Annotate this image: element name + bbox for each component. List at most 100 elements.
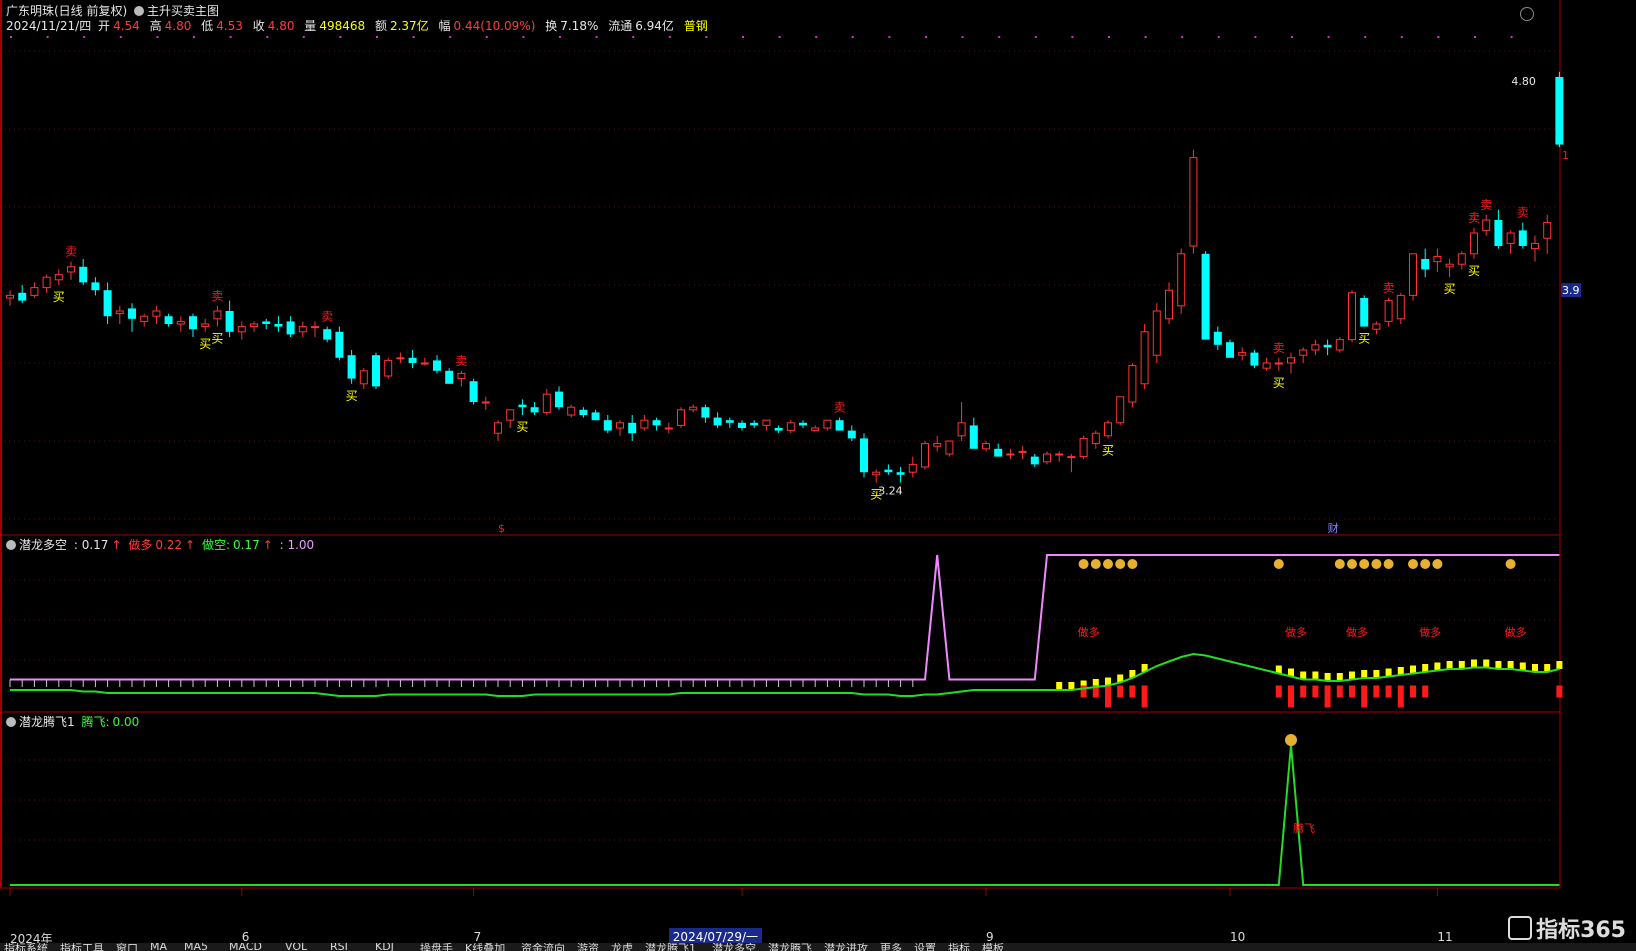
open-group: 开 4.54	[98, 19, 140, 33]
panel3-name[interactable]: 潜龙腾飞1	[19, 715, 75, 729]
signal-dot	[302, 36, 305, 38]
short-bar	[1275, 685, 1282, 698]
industry-text[interactable]: 普钢	[684, 19, 708, 33]
signal-dot	[595, 36, 598, 38]
buy-signal-label: 买	[1358, 332, 1370, 346]
panel3-s1-value: 0.00	[112, 715, 140, 729]
tab-item[interactable]: 资金流向	[521, 943, 565, 951]
tab-item[interactable]: 指标系统	[4, 943, 48, 951]
candle-body	[1494, 220, 1503, 246]
tab-item[interactable]: 龙虎	[611, 943, 633, 951]
chart-canvas: 买买 买买买买买买买买买卖卖卖卖卖卖卖卖卖卖4.803.24$ 财3.91做多 做多做…	[0, 0, 1581, 896]
tab-item[interactable]: 指标工具	[60, 943, 104, 951]
signal-dot	[1144, 36, 1147, 38]
candle-body	[1030, 456, 1039, 465]
candle-body	[860, 438, 868, 473]
stock-name[interactable]: 广东明珠(日线 前复权)	[6, 4, 127, 18]
panel2-settings-icon[interactable]	[6, 540, 16, 550]
long-bar	[1361, 670, 1368, 678]
tab-item[interactable]: 指标	[948, 943, 970, 951]
tab-item[interactable]: 潜龙进攻	[824, 943, 868, 951]
tab-item[interactable]: MA5	[184, 943, 208, 951]
tab-item[interactable]: 更多	[880, 943, 902, 951]
short-bar	[1117, 685, 1124, 698]
long-bar	[1483, 659, 1490, 668]
tab-item[interactable]: 潜龙腾飞1	[645, 943, 696, 951]
candle-body	[1055, 453, 1064, 456]
money-bag-icon	[1090, 559, 1101, 569]
signal-dot	[961, 36, 964, 38]
long-bar	[1446, 661, 1453, 669]
tab-item[interactable]: KDJ	[375, 943, 394, 951]
candle-body	[311, 326, 319, 329]
buy-signal-label: 买	[199, 337, 211, 351]
candle-body	[1335, 339, 1344, 351]
signal-dot	[778, 36, 781, 38]
candle-body	[652, 420, 661, 426]
candle-body	[1140, 331, 1149, 385]
tab-item[interactable]: K线叠加	[465, 943, 505, 951]
signal-dot	[266, 36, 269, 38]
candle-body	[1104, 422, 1112, 437]
long-bar	[1056, 682, 1063, 690]
tab-item[interactable]: RSI	[330, 943, 348, 951]
settings-circle-icon[interactable]	[134, 6, 145, 16]
panel2-value: : 0.17	[73, 538, 109, 552]
peak-price-label: 4.80	[1511, 75, 1536, 88]
tab-item[interactable]: 潜龙多空	[712, 943, 756, 951]
candle-body	[237, 326, 246, 333]
high-group: 高 4.80	[149, 19, 192, 33]
x-axis-selected-date[interactable]: 2024/07/29/一	[668, 928, 763, 944]
signal-dot	[1474, 36, 1476, 38]
x-axis-tick-label: 9	[986, 930, 994, 944]
candle-body	[567, 406, 576, 416]
candle-body	[1543, 222, 1552, 239]
panel2-name[interactable]: 潜龙多空	[19, 538, 67, 552]
candle-body	[1323, 344, 1332, 348]
money-bag-icon	[1383, 559, 1394, 569]
tab-item[interactable]: 窗口	[116, 943, 138, 951]
tab-item[interactable]: 操盘手	[420, 943, 453, 951]
candle-body	[518, 404, 527, 408]
candle-body	[103, 290, 112, 317]
candle-body	[54, 274, 63, 281]
tengfei-annotation: 腾飞	[1293, 821, 1315, 835]
money-bag-icon	[1103, 559, 1113, 569]
panel2-s2-value: 0.17	[232, 538, 260, 552]
float-value: 6.94亿	[635, 19, 674, 33]
panel3-s1-label: 腾飞:	[81, 715, 110, 729]
sell-signal-label: 卖	[834, 401, 846, 415]
indicator-tabs: 指标系统 指标工具 窗口 MA MA5 MACD VOL RSI KDJ 操盘手 K线叠加 资金流向 游…	[0, 943, 1636, 951]
right-axis-text: 1	[1562, 149, 1569, 162]
candle-body	[213, 310, 222, 320]
short-bar	[1336, 685, 1343, 698]
panel3-settings-icon[interactable]	[6, 717, 16, 727]
candle-body	[1213, 331, 1222, 345]
tab-item[interactable]: 模板	[982, 943, 1004, 951]
candle-body	[1384, 300, 1393, 322]
tab-item[interactable]: MA	[150, 943, 167, 951]
candle-body	[1043, 453, 1051, 463]
tab-item[interactable]: MACD	[229, 943, 262, 951]
short-bar	[1349, 685, 1355, 698]
short-bar	[1141, 685, 1148, 708]
candle-body	[1433, 255, 1442, 263]
candle-body	[372, 355, 380, 387]
candle-body	[664, 427, 673, 430]
candle-body	[1067, 456, 1076, 459]
tab-item[interactable]: VOL	[285, 943, 307, 951]
dollar-marker: $	[498, 522, 505, 535]
tab-item[interactable]: 游资	[577, 943, 599, 951]
candle-body	[847, 430, 856, 439]
vol-value: 498468	[319, 19, 366, 33]
candle-body	[469, 381, 478, 402]
signal-dot	[10, 36, 12, 38]
tab-item[interactable]: 潜龙腾飞	[768, 943, 812, 951]
x-axis-tick-label: 6	[241, 930, 250, 944]
indicator-name[interactable]: 主升买卖主图	[147, 4, 219, 18]
signal-dot	[815, 36, 818, 38]
candle-body	[1396, 294, 1405, 320]
window-control-icon[interactable]	[1520, 7, 1534, 21]
tab-item[interactable]: 设置	[914, 943, 936, 951]
candle-body	[384, 359, 393, 377]
